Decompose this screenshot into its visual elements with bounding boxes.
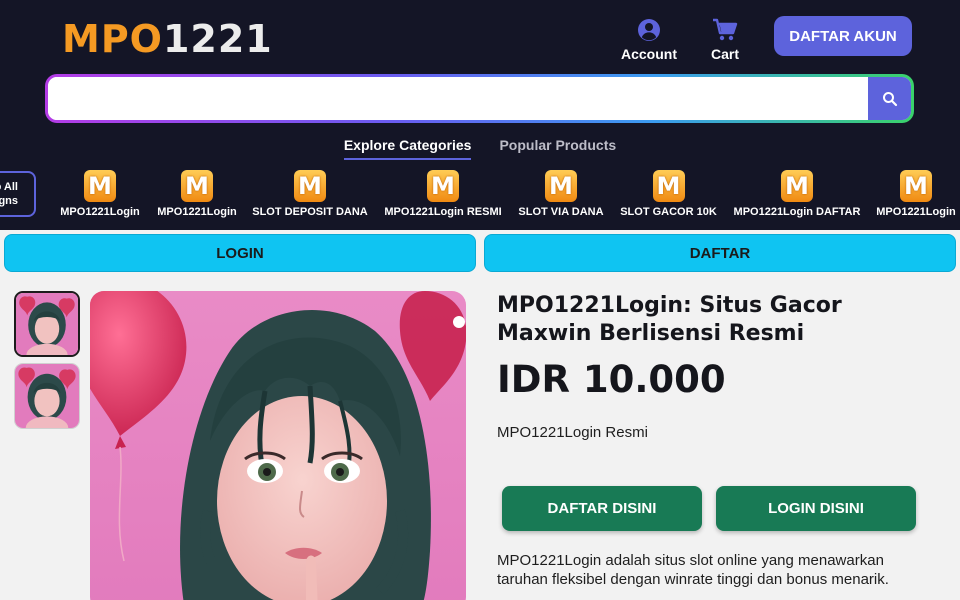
shop-all-designs-button[interactable]: o All gns (0, 171, 36, 217)
mpo-logo-icon: M (652, 170, 685, 202)
product-illustration (90, 291, 466, 600)
account-label: Account (621, 46, 677, 62)
category-item[interactable]: M MPO1221Login (876, 170, 956, 218)
account-circle-icon (638, 19, 660, 41)
category-item[interactable]: M SLOT DEPOSIT DANA (252, 170, 368, 218)
thumbnail-image (15, 364, 79, 428)
product-description: MPO1221Login adalah situs slot online ya… (497, 552, 889, 588)
cart-icon (713, 18, 738, 41)
category-tabs: Explore Categories Popular Products (0, 137, 960, 160)
category-label: MPO1221Login DAFTAR (733, 206, 861, 218)
product-title: MPO1221Login: Situs Gacor Maxwin Berlise… (497, 293, 842, 346)
category-item[interactable]: M MPO1221Login DAFTAR (733, 170, 861, 218)
category-strip: o All gns M MPO1221Login M MPO1221Login … (0, 168, 960, 224)
product-price: IDR 10.000 (497, 358, 726, 401)
category-label: SLOT DEPOSIT DANA (252, 206, 368, 218)
thumbnail-image (16, 293, 78, 355)
mpo-logo-icon: M (294, 170, 326, 202)
category-item[interactable]: M SLOT GACOR 10K (620, 170, 717, 218)
logo-text-number: 1221 (162, 17, 273, 61)
shop-all-line2: gns (0, 195, 18, 207)
mpo-logo-icon: M (900, 170, 932, 202)
category-label: MPO1221Login (876, 206, 956, 218)
category-item[interactable]: M SLOT VIA DANA (518, 170, 604, 218)
product-thumbnail-1[interactable] (14, 291, 80, 357)
search-bar (45, 74, 914, 123)
mpo-logo-icon: M (427, 170, 459, 202)
cart-button[interactable]: Cart (708, 18, 742, 62)
tab-explore-categories[interactable]: Explore Categories (343, 137, 472, 160)
product-thumbnail-2[interactable] (14, 363, 80, 429)
account-button[interactable]: Account (620, 18, 678, 62)
category-item[interactable]: M MPO1221Login (60, 170, 140, 218)
product-main-image (90, 291, 466, 600)
register-here-button[interactable]: DAFTAR DISINI (502, 486, 702, 531)
mpo-logo-icon: M (781, 170, 813, 202)
mpo-logo-icon: M (545, 170, 577, 202)
register-account-button[interactable]: DAFTAR AKUN (774, 16, 912, 56)
category-item[interactable]: M MPO1221Login (157, 170, 237, 218)
search-icon (882, 91, 897, 106)
category-label: MPO1221Login (157, 206, 237, 218)
login-bar-button[interactable]: LOGIN (4, 234, 476, 272)
mpo-logo-icon: M (84, 170, 116, 202)
category-label: MPO1221Login (60, 206, 140, 218)
category-label: MPO1221Login RESMI (384, 206, 502, 218)
login-here-button[interactable]: LOGIN DISINI (716, 486, 916, 531)
mpo-logo-icon: M (181, 170, 213, 202)
search-input[interactable] (48, 77, 868, 120)
product-subtitle: MPO1221Login Resmi (497, 424, 648, 441)
image-indicator-dot[interactable] (453, 316, 465, 328)
site-header: MPO1221 Account Cart DAFTAR AKUN Explore… (0, 0, 960, 230)
site-logo[interactable]: MPO1221 (62, 18, 273, 60)
logo-text-mpo: MPO (62, 17, 163, 61)
category-item[interactable]: M MPO1221Login RESMI (384, 170, 502, 218)
category-label: SLOT GACOR 10K (620, 206, 717, 218)
category-label: SLOT VIA DANA (518, 206, 604, 218)
register-bar-button[interactable]: DAFTAR (484, 234, 956, 272)
search-bar-inner (48, 77, 911, 120)
shop-all-line1: o All (0, 181, 18, 193)
tab-popular-products[interactable]: Popular Products (499, 137, 616, 160)
cart-label: Cart (710, 46, 739, 62)
search-button[interactable] (868, 77, 911, 120)
